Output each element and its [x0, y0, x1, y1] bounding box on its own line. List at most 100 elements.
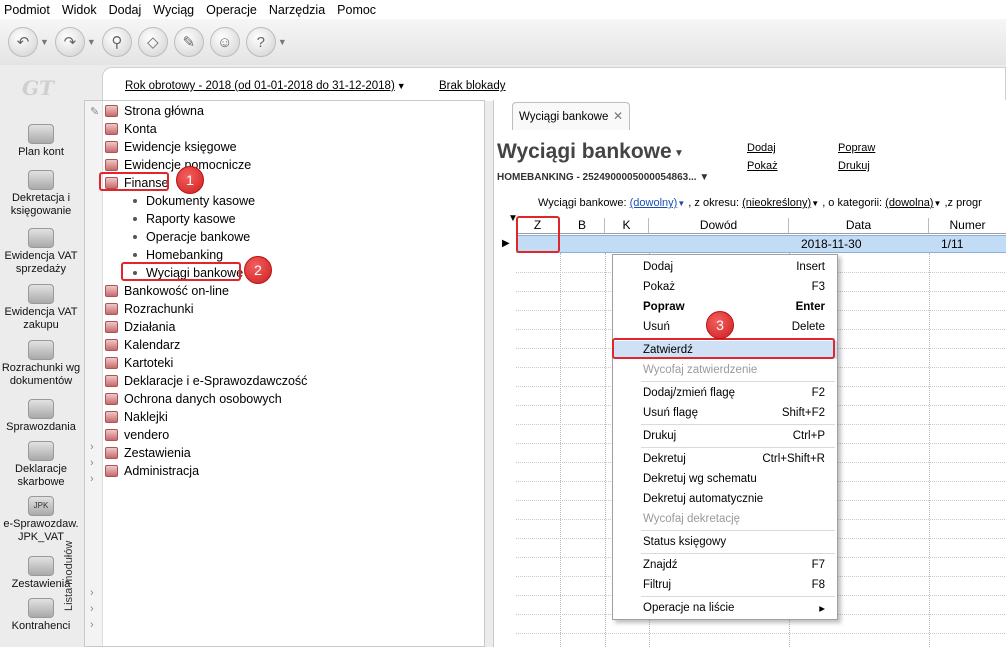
- menu-dodaj[interactable]: Dodaj: [109, 3, 142, 17]
- column-header-b[interactable]: B: [560, 218, 605, 234]
- chevron-right-icon[interactable]: ›: [90, 587, 94, 599]
- filter-category-dropdown[interactable]: (dowolna): [885, 197, 933, 209]
- show-link[interactable]: Pokaż: [747, 160, 778, 172]
- jpk-icon: JPK: [28, 496, 54, 516]
- tree-item-dzialania[interactable]: Działania: [105, 318, 175, 336]
- menu-item-dodaj[interactable]: Dodaj Insert: [613, 258, 837, 276]
- help-icon[interactable]: ?: [245, 27, 276, 57]
- menu-item-operacje-na-liscie[interactable]: Operacje na liście ▸: [613, 599, 837, 617]
- bank-icon: [105, 285, 118, 297]
- leftbar-plan-kont[interactable]: Plan kont: [0, 124, 82, 159]
- leftbar-vat-zakupu[interactable]: Ewidencja VAT zakupu: [0, 284, 82, 332]
- tree-item-naklejki[interactable]: Naklejki: [105, 408, 168, 426]
- close-icon[interactable]: ✕: [613, 109, 623, 123]
- menu-item-usun-flage[interactable]: Usuń flagę Shift+F2: [613, 404, 837, 422]
- ledger-icon: [105, 141, 118, 153]
- edit-link[interactable]: Popraw: [838, 142, 875, 154]
- menu-wyciag[interactable]: Wyciąg: [153, 3, 194, 17]
- filter-bar: Wyciągi bankowe: (dowolny)▼ , z okresu: …: [538, 197, 982, 209]
- menu-narzedzia[interactable]: Narzędzia: [269, 3, 325, 17]
- leftbar-jpk[interactable]: JPK e-Sprawozdaw. JPK_VAT: [0, 496, 82, 544]
- eraser-icon[interactable]: ◇: [137, 27, 168, 57]
- chevron-right-icon[interactable]: ›: [90, 619, 94, 631]
- forward-icon[interactable]: ↷: [54, 27, 85, 57]
- tree-item-operacje-bankowe[interactable]: Operacje bankowe: [105, 228, 250, 246]
- tree-item-konta[interactable]: Konta: [105, 120, 157, 138]
- tree-item-vendero[interactable]: vendero: [105, 426, 169, 444]
- menu-item-znajdz[interactable]: Znajdź F7: [613, 556, 837, 574]
- add-link[interactable]: Dodaj: [747, 142, 776, 154]
- menu-item-pokaz[interactable]: Pokaż F3: [613, 278, 837, 296]
- leftbar-deklaracje[interactable]: Deklaracje skarbowe: [0, 441, 82, 489]
- chevron-right-icon[interactable]: ›: [90, 457, 94, 469]
- print-link[interactable]: Drukuj: [838, 160, 870, 172]
- forward-dropdown-icon[interactable]: ▼: [87, 37, 96, 47]
- back-icon[interactable]: ↶: [8, 27, 38, 57]
- menu-item-wycofaj-zatwierdzenie[interactable]: Wycofaj zatwierdzenie: [613, 361, 837, 379]
- tree-item-strona-glowna[interactable]: Strona główna: [105, 102, 204, 120]
- deklaracje-icon: [28, 441, 54, 461]
- tree-item-zestawienia[interactable]: Zestawienia: [105, 444, 191, 462]
- menu-pomoc[interactable]: Pomoc: [337, 3, 376, 17]
- leftbar-sprawozdania[interactable]: Sprawozdania: [0, 399, 82, 434]
- tree-item-administracja[interactable]: Administracja: [105, 462, 199, 480]
- tree-item-raporty-kasowe[interactable]: Raporty kasowe: [105, 210, 236, 228]
- tree-item-deklaracje[interactable]: Deklaracje i e-Sprawozdawczość: [105, 372, 307, 390]
- cards-icon: [105, 357, 118, 369]
- column-header-numer[interactable]: Numer: [929, 218, 1006, 234]
- chevron-right-icon[interactable]: ›: [90, 603, 94, 615]
- back-dropdown-icon[interactable]: ▼: [40, 37, 49, 47]
- users-icon[interactable]: ☺: [209, 27, 240, 57]
- tree-item-bankowosc-online[interactable]: Bankowość on-line: [105, 282, 229, 300]
- ledger-icon: [105, 159, 118, 171]
- column-header-data[interactable]: Data: [789, 218, 929, 234]
- chevron-right-icon[interactable]: ›: [90, 441, 94, 453]
- sprawozdania-icon: [28, 399, 54, 419]
- leftbar-rozrachunki[interactable]: Rozrachunki wg dokumentów: [0, 340, 82, 388]
- fiscal-year-selector[interactable]: Rok obrotowy - 2018 (od 01-01-2018 do 31…: [125, 80, 406, 92]
- chevron-down-icon[interactable]: ▼: [674, 148, 684, 159]
- menu-item-status-ksiegowy[interactable]: Status księgowy: [613, 533, 837, 551]
- menu-widok[interactable]: Widok: [62, 3, 97, 17]
- submenu-arrow-icon: ▸: [819, 603, 825, 615]
- stamp-icon[interactable]: ⚲: [101, 27, 132, 57]
- tree-item-kalendarz[interactable]: Kalendarz: [105, 336, 180, 354]
- pin-icon[interactable]: ✎: [90, 105, 99, 118]
- menu-item-dekretuj-automatycznie[interactable]: Dekretuj automatycznie: [613, 490, 837, 508]
- menu-operacje[interactable]: Operacje: [206, 3, 257, 17]
- column-header-k[interactable]: K: [605, 218, 649, 234]
- help-dropdown-icon[interactable]: ▼: [278, 37, 287, 47]
- tree-item-ochrona-danych[interactable]: Ochrona danych osobowych: [105, 390, 282, 408]
- tree-item-kartoteki[interactable]: Kartoteki: [105, 354, 173, 372]
- table-row[interactable]: 2018-11-30 1/11: [516, 235, 1006, 253]
- lock-status-link[interactable]: Brak blokady: [439, 80, 505, 92]
- menu-item-filtruj[interactable]: Filtruj F8: [613, 576, 837, 594]
- chevron-right-icon[interactable]: ›: [90, 473, 94, 485]
- chevron-down-icon[interactable]: ▼: [677, 199, 685, 208]
- account-selector[interactable]: HOMEBANKING - 2524900005000054863... ▼: [497, 172, 709, 183]
- tree-item-ewidencje-ksiegowe[interactable]: Ewidencje księgowe: [105, 138, 237, 156]
- menu-item-dodaj-flage[interactable]: Dodaj/zmień flagę F2: [613, 384, 837, 402]
- menu-item-dekretuj-wg-schematu[interactable]: Dekretuj wg schematu: [613, 470, 837, 488]
- tab-wyciagi-bankowe[interactable]: Wyciągi bankowe ✕: [512, 102, 630, 130]
- chevron-down-icon[interactable]: ▼: [811, 199, 819, 208]
- plan-kont-icon: [28, 124, 54, 144]
- tree-item-rozrachunki[interactable]: Rozrachunki: [105, 300, 193, 318]
- chevron-down-icon: ▼: [699, 172, 710, 183]
- menu-podmiot[interactable]: Podmiot: [4, 3, 50, 17]
- filter-period-dropdown[interactable]: (nieokreślony): [742, 197, 811, 209]
- leftbar-dekretacja[interactable]: Dekretacja i księgowanie: [0, 170, 82, 218]
- column-header-dowod[interactable]: Dowód: [649, 218, 789, 234]
- page-title[interactable]: Wyciągi bankowe: [497, 140, 672, 164]
- menu-item-drukuj[interactable]: Drukuj Ctrl+P: [613, 427, 837, 445]
- menu-item-dekretuj[interactable]: Dekretuj Ctrl+Shift+R: [613, 450, 837, 468]
- menu-item-wycofaj-dekretacje[interactable]: Wycofaj dekretację: [613, 510, 837, 528]
- tree-item-dokumenty-kasowe[interactable]: Dokumenty kasowe: [105, 192, 255, 210]
- chevron-down-icon[interactable]: ▼: [933, 199, 941, 208]
- toolbar: ↶ ▼ ↷ ▼ ⚲ ◇ ✎ ☺ ? ▼: [0, 19, 1006, 65]
- filter-type-dropdown[interactable]: (dowolny): [630, 197, 678, 209]
- content-header: Rok obrotowy - 2018 (od 01-01-2018 do 31…: [102, 67, 1006, 101]
- tools-icon[interactable]: ✎: [173, 27, 204, 57]
- leftbar-vat-sprzedazy[interactable]: Ewidencja VAT sprzedaży: [0, 228, 82, 276]
- settlements-icon: [105, 303, 118, 315]
